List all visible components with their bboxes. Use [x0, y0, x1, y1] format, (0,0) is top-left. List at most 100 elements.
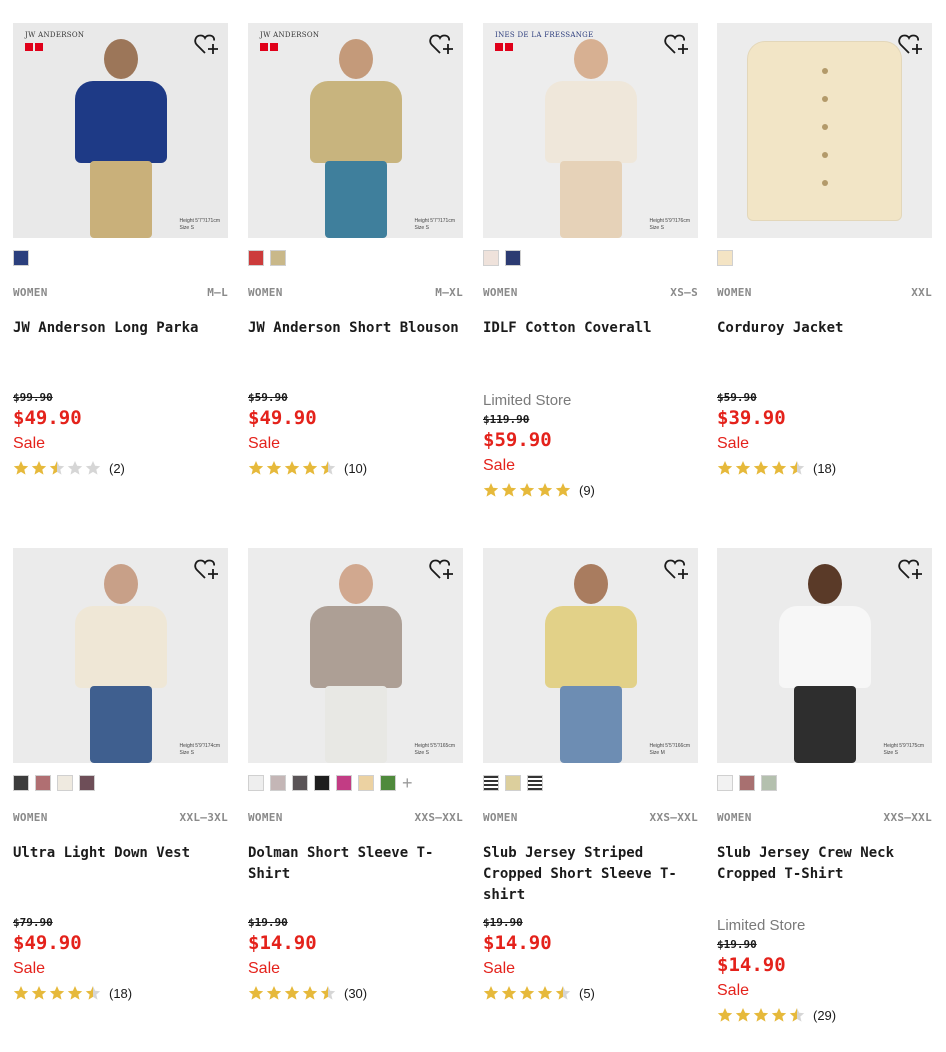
color-swatch[interactable]: [358, 775, 374, 791]
more-colors-icon[interactable]: +: [402, 774, 413, 792]
color-swatch[interactable]: [248, 250, 264, 266]
product-name[interactable]: Slub Jersey Striped Cropped Short Sleeve…: [483, 843, 698, 906]
product-card[interactable]: Height 5'5"/165cm Size S + WOMEN XXS–XXL D…: [248, 548, 463, 1001]
color-swatch[interactable]: [717, 250, 733, 266]
star-icon: [266, 461, 282, 475]
rating[interactable]: (30): [248, 982, 463, 1004]
model-top: [778, 606, 871, 688]
product-name[interactable]: JW Anderson Short Blouson: [248, 318, 463, 339]
product-name[interactable]: JW Anderson Long Parka: [13, 318, 228, 339]
add-to-wishlist-icon[interactable]: [898, 33, 924, 57]
color-swatch[interactable]: [35, 775, 51, 791]
product-name[interactable]: Corduroy Jacket: [717, 318, 932, 339]
color-swatch[interactable]: [527, 775, 543, 791]
add-to-wishlist-icon[interactable]: [194, 33, 220, 57]
product-card[interactable]: WOMEN XXL Corduroy Jacket $59.90 $39.90 S…: [717, 23, 932, 476]
sale-price: $14.90: [717, 954, 786, 976]
product-name[interactable]: Dolman Short Sleeve T-Shirt: [248, 843, 463, 885]
rating[interactable]: (18): [717, 457, 932, 479]
color-swatch[interactable]: [79, 775, 95, 791]
color-swatch[interactable]: [292, 775, 308, 791]
star-icon: [85, 986, 101, 1000]
add-to-wishlist-icon[interactable]: [194, 558, 220, 582]
price-block: Limited Store $119.90 $59.90 Sale (9): [483, 390, 698, 501]
product-name[interactable]: Slub Jersey Crew Neck Cropped T-Shirt: [717, 843, 932, 885]
add-to-wishlist-icon[interactable]: [664, 558, 690, 582]
product-name[interactable]: IDLF Cotton Coverall: [483, 318, 698, 339]
product-image[interactable]: INES DE LA FRESSANGE Height 5'9"/176cm Si…: [483, 23, 698, 238]
rating[interactable]: (29): [717, 1004, 932, 1026]
limited-store-label: Limited Store: [483, 392, 572, 409]
product-image[interactable]: Height 5'5"/165cm Size S: [248, 548, 463, 763]
color-swatch[interactable]: [248, 775, 264, 791]
brand-label: INES DE LA FRESSANGE: [495, 31, 593, 53]
color-swatch[interactable]: [717, 775, 733, 791]
star-rating: [483, 482, 571, 498]
rating[interactable]: (10): [248, 457, 463, 479]
add-to-wishlist-icon[interactable]: [429, 33, 455, 57]
sale-price: $14.90: [483, 932, 552, 954]
star-rating: [248, 460, 336, 476]
rating[interactable]: (2): [13, 457, 228, 479]
rating[interactable]: (5): [483, 982, 698, 1004]
color-swatch[interactable]: [483, 775, 499, 791]
product-image[interactable]: JW ANDERSON Height 5'7"/171cm Size S: [248, 23, 463, 238]
color-swatch[interactable]: [57, 775, 73, 791]
rating[interactable]: (9): [483, 479, 698, 501]
color-swatch[interactable]: [761, 775, 777, 791]
product-category: WOMEN: [248, 811, 283, 824]
color-swatch[interactable]: [483, 250, 499, 266]
color-swatch[interactable]: [505, 250, 521, 266]
model-head: [338, 564, 373, 604]
model-size-note: Height 5'5"/165cm Size S: [414, 743, 455, 756]
rating[interactable]: (18): [13, 982, 228, 1004]
product-card[interactable]: Height 5'9"/174cm Size S WOMEN XXL–3XL Ult…: [13, 548, 228, 1001]
star-icon: [789, 461, 805, 475]
add-to-wishlist-icon[interactable]: [429, 558, 455, 582]
color-swatch[interactable]: [270, 775, 286, 791]
product-image[interactable]: [717, 23, 932, 238]
color-swatch[interactable]: [13, 250, 29, 266]
star-icon: [555, 483, 571, 497]
model-head: [338, 39, 373, 79]
star-icon: [537, 986, 553, 1000]
star-icon: [519, 986, 535, 1000]
color-swatch[interactable]: [270, 250, 286, 266]
add-to-wishlist-icon[interactable]: [664, 33, 690, 57]
star-icon: [771, 1008, 787, 1022]
product-image[interactable]: Height 5'5"/166cm Size M: [483, 548, 698, 763]
model-head: [103, 39, 138, 79]
color-swatch[interactable]: [380, 775, 396, 791]
color-swatches: [13, 250, 29, 266]
brand-label: JW ANDERSON: [260, 31, 319, 53]
add-to-wishlist-icon[interactable]: [898, 558, 924, 582]
price-block: $19.90 $14.90 Sale (30): [248, 915, 463, 1004]
color-swatch[interactable]: [13, 775, 29, 791]
color-swatch[interactable]: [336, 775, 352, 791]
color-swatch[interactable]: [739, 775, 755, 791]
product-card[interactable]: Height 5'5"/166cm Size M WOMEN XXS–XXL Slu…: [483, 548, 698, 1001]
price-block: $59.90 $49.90 Sale (10): [248, 390, 463, 479]
product-image[interactable]: Height 5'9"/175cm Size S: [717, 548, 932, 763]
product-card[interactable]: Height 5'9"/175cm Size S WOMEN XXS–XXL Slu…: [717, 548, 932, 1023]
star-icon: [248, 986, 264, 1000]
sale-price: $49.90: [13, 932, 82, 954]
price-block: $79.90 $49.90 Sale (18): [13, 915, 228, 1004]
original-price: $19.90: [248, 916, 288, 929]
product-sizes: XXS–XXL: [649, 811, 698, 824]
star-icon: [501, 483, 517, 497]
product-name[interactable]: Ultra Light Down Vest: [13, 843, 228, 864]
star-icon: [85, 461, 101, 475]
product-image[interactable]: JW ANDERSON Height 5'7"/171cm Size S: [13, 23, 228, 238]
color-swatch[interactable]: [505, 775, 521, 791]
price-block: $59.90 $39.90 Sale (18): [717, 390, 932, 479]
sale-label: Sale: [248, 435, 281, 452]
product-card[interactable]: JW ANDERSON Height 5'7"/171cm Size S WOME…: [13, 23, 228, 476]
product-category: WOMEN: [13, 286, 48, 299]
product-card[interactable]: JW ANDERSON Height 5'7"/171cm Size S WOME…: [248, 23, 463, 476]
sale-label: Sale: [483, 457, 516, 474]
color-swatch[interactable]: [314, 775, 330, 791]
product-image[interactable]: Height 5'9"/174cm Size S: [13, 548, 228, 763]
star-icon: [717, 461, 733, 475]
product-card[interactable]: INES DE LA FRESSANGE Height 5'9"/176cm Si…: [483, 23, 698, 498]
